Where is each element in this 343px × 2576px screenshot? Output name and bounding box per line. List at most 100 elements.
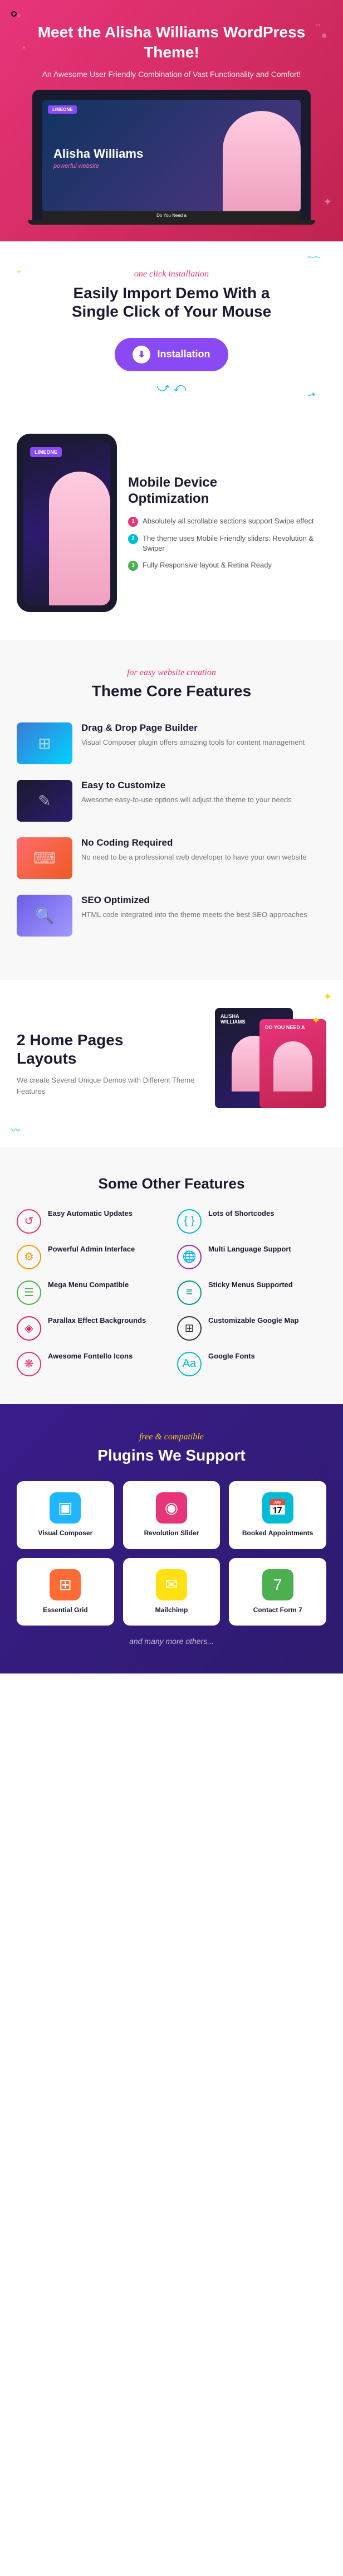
- other-feature-1: { } Lots of Shortcodes: [177, 1209, 326, 1234]
- feature-thumb-icon-2: ⌨: [17, 837, 72, 879]
- phone-logo: LIMEONE: [30, 447, 62, 457]
- other-feature-icon-8: ❋: [17, 1352, 41, 1376]
- phone-person: [49, 472, 110, 605]
- feature-desc-0: Visual Composer plugin offers amazing to…: [81, 737, 305, 748]
- plugin-label-0: Visual Composer: [38, 1529, 92, 1538]
- plugin-card-2: 📅 Booked Appointments: [229, 1481, 326, 1549]
- mobile-feature-list: 1 Absolutely all scrollable sections sup…: [128, 516, 326, 571]
- deco-dot-4: ●●: [315, 22, 321, 27]
- other-feature-label-9: Google Fonts: [208, 1352, 255, 1360]
- layout-card-2: DO YOU NEED A: [259, 1019, 326, 1108]
- plugin-label-4: Mailchimp: [155, 1606, 188, 1615]
- mobile-feature-3: 3 Fully Responsive layout & Retina Ready: [128, 560, 326, 571]
- deco-zigzag-1: 〜〜: [307, 253, 321, 262]
- other-features-section: Some Other Features ↺ Easy Automatic Upd…: [0, 1147, 343, 1404]
- mobile-section: LIMEONE Mobile Device Optimization 1 Abs…: [0, 423, 343, 640]
- plugins-cursive: free & compatible: [17, 1432, 326, 1442]
- plugin-card-5: 7 Contact Form 7: [229, 1558, 326, 1626]
- install-label: Installation: [157, 348, 210, 360]
- layout-deco-star: ✦: [311, 1013, 321, 1027]
- install-heading: Easily Import Demo With a Single Click o…: [17, 284, 326, 321]
- feature-title-3: SEO Optimized: [81, 895, 307, 906]
- feature-text-3: SEO Optimized HTML code integrated into …: [81, 895, 307, 920]
- core-feature-1: ✎ Easy to Customize Awesome easy-to-use …: [17, 780, 326, 822]
- plugin-icon-2: 📅: [262, 1492, 293, 1524]
- feature-text-2: No Coding Required No need to be a profe…: [81, 837, 307, 863]
- layouts-section: ✦ 〰 2 Home Pages Layouts We create Sever…: [0, 980, 343, 1147]
- core-features-section: for easy website creation Theme Core Fea…: [0, 640, 343, 980]
- other-feature-icon-1: { }: [177, 1209, 202, 1234]
- layouts-visual: ALISHAWILLIAMS DO YOU NEED A ✦: [215, 1008, 326, 1119]
- feature-thumb-2: ⌨: [17, 837, 72, 879]
- other-feature-icon-9: Aa: [177, 1352, 202, 1376]
- core-section-header: for easy website creation Theme Core Fea…: [17, 668, 326, 700]
- layouts-desc: We create Several Unique Demos with Diff…: [17, 1075, 204, 1097]
- plugin-label-5: Contact Form 7: [253, 1606, 302, 1615]
- plugin-label-1: Revolution Slider: [144, 1529, 199, 1538]
- plugin-icon-1: ◉: [156, 1492, 187, 1524]
- other-feature-5: ≡ Sticky Menus Supported: [177, 1280, 326, 1305]
- deco-dot-2: ●: [22, 45, 26, 51]
- mobile-feature-2: 2 The theme uses Mobile Friendly sliders…: [128, 533, 326, 554]
- install-section: 〜〜 ✦ ↗ one click installation Easily Imp…: [0, 241, 343, 423]
- feature-thumb-icon-0: ⊞: [17, 722, 72, 764]
- other-feature-icon-2: ⚙: [17, 1245, 41, 1269]
- plugin-label-2: Booked Appointments: [242, 1529, 313, 1538]
- core-heading: Theme Core Features: [17, 682, 326, 700]
- feature-thumb-1: ✎: [17, 780, 72, 822]
- deco-circle-1: [11, 11, 17, 17]
- deco-dot-3: ●: [17, 11, 21, 19]
- laptop-logo: LIMEONE: [48, 105, 77, 114]
- other-feature-text-4: Mega Menu Compatible: [48, 1280, 129, 1290]
- deco-arrows: ⤻ ⤺: [17, 380, 326, 395]
- feature-desc-1: Awesome easy-to-use options will adjust …: [81, 794, 292, 806]
- other-feature-text-5: Sticky Menus Supported: [208, 1280, 293, 1290]
- install-button[interactable]: ⬇ Installation: [115, 338, 228, 371]
- feature-text-0: Drag & Drop Page Builder Visual Composer…: [81, 722, 305, 748]
- other-feature-text-2: Powerful Admin Interface: [48, 1245, 135, 1254]
- feature-num-2: 2: [128, 534, 138, 544]
- other-feature-text-1: Lots of Shortcodes: [208, 1209, 274, 1219]
- deco-zigzag-2: 〰: [11, 1123, 20, 1136]
- plugins-footer: and many more others...: [17, 1637, 326, 1646]
- install-icon: ⬇: [133, 346, 150, 363]
- laptop-tagline: powerful website: [53, 163, 99, 169]
- other-feature-4: ☰ Mega Menu Compatible: [17, 1280, 166, 1305]
- hero-section: ✦ ● Meet the Alisha Williams WordPress T…: [0, 0, 343, 241]
- plugin-label-3: Essential Grid: [43, 1606, 88, 1615]
- other-features-heading: Some Other Features: [17, 1175, 326, 1192]
- plugin-icon-0: ▣: [50, 1492, 81, 1524]
- other-feature-3: 🌐 Multi Language Support: [177, 1245, 326, 1269]
- laptop-screen-inner: LIMEONE Alisha Williams powerful website: [42, 100, 301, 211]
- other-feature-text-7: Customizable Google Map: [208, 1316, 299, 1326]
- plugins-section: ● ●● free & compatible Plugins We Suppor…: [0, 1404, 343, 1673]
- other-feature-label-1: Lots of Shortcodes: [208, 1209, 274, 1217]
- deco-dot-1: [322, 33, 326, 38]
- other-feature-icon-7: ⊞: [177, 1316, 202, 1341]
- other-feature-7: ⊞ Customizable Google Map: [177, 1316, 326, 1341]
- layouts-text: 2 Home Pages Layouts We create Several U…: [17, 1031, 204, 1097]
- deco-star-3: ✦: [324, 991, 332, 1003]
- feature-thumb-icon-3: 🔍: [17, 895, 72, 937]
- phone-screen: LIMEONE: [23, 440, 110, 605]
- other-feature-2: ⚙ Powerful Admin Interface: [17, 1245, 166, 1269]
- plugin-card-0: ▣ Visual Composer: [17, 1481, 114, 1549]
- other-feature-text-9: Google Fonts: [208, 1352, 255, 1361]
- mobile-phone: LIMEONE: [17, 434, 117, 612]
- other-feature-icon-0: ↺: [17, 1209, 41, 1234]
- laptop-base: [28, 220, 315, 225]
- mobile-content: Mobile Device Optimization 1 Absolutely …: [128, 475, 326, 571]
- other-feature-label-6: Parallax Effect Backgrounds: [48, 1316, 146, 1325]
- feature-title-1: Easy to Customize: [81, 780, 292, 791]
- laptop-screen: LIMEONE Alisha Williams powerful website: [42, 100, 301, 211]
- other-feature-label-8: Awesome Fontello Icons: [48, 1352, 133, 1360]
- plugin-card-1: ◉ Revolution Slider: [123, 1481, 220, 1549]
- deco-star-2: ✦: [17, 269, 21, 275]
- feature-title-0: Drag & Drop Page Builder: [81, 722, 305, 734]
- plugin-card-4: ✉ Mailchimp: [123, 1558, 220, 1626]
- other-feature-8: ❋ Awesome Fontello Icons: [17, 1352, 166, 1376]
- other-feature-label-5: Sticky Menus Supported: [208, 1280, 293, 1289]
- plugin-icon-3: ⊞: [50, 1569, 81, 1600]
- plugin-card-3: ⊞ Essential Grid: [17, 1558, 114, 1626]
- other-feature-label-3: Multi Language Support: [208, 1245, 291, 1253]
